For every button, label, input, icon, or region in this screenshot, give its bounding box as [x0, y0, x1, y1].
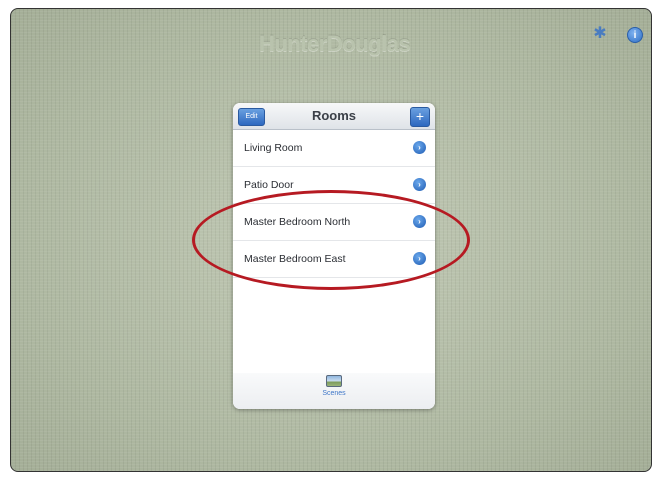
tab-scenes[interactable]: Scenes — [322, 373, 346, 397]
rooms-panel: Edit Rooms + Living Room › Patio Door › … — [233, 103, 435, 409]
chevron-right-icon[interactable]: › — [413, 215, 426, 228]
tab-scenes-label: Scenes — [322, 390, 346, 397]
room-row-patio-door[interactable]: Patio Door › — [233, 167, 435, 204]
image-icon — [325, 375, 342, 387]
chevron-right-icon[interactable]: › — [413, 178, 426, 191]
room-row-living-room[interactable]: Living Room › — [233, 130, 435, 167]
brand-logo: HunterDouglas — [259, 31, 411, 56]
tab-bar: Scenes — [233, 373, 435, 409]
room-label: Master Bedroom North — [244, 216, 351, 228]
chevron-right-icon[interactable]: › — [413, 252, 426, 265]
info-icon[interactable]: i — [627, 27, 643, 43]
gear-icon[interactable]: ✱ — [593, 26, 607, 42]
room-row-master-bedroom-north[interactable]: Master Bedroom North › — [233, 204, 435, 241]
room-row-master-bedroom-east[interactable]: Master Bedroom East › — [233, 241, 435, 278]
chevron-right-icon[interactable]: › — [413, 141, 426, 154]
rooms-title: Rooms — [311, 108, 357, 123]
add-room-button[interactable]: + — [410, 107, 430, 127]
room-label: Living Room — [244, 142, 303, 154]
room-label: Master Bedroom East — [244, 253, 346, 265]
room-label: Patio Door — [244, 179, 294, 191]
rooms-nav-bar: Edit Rooms + — [233, 103, 435, 130]
app-screen: HunterDouglas ✱ i Edit Rooms + Living Ro… — [10, 8, 652, 472]
